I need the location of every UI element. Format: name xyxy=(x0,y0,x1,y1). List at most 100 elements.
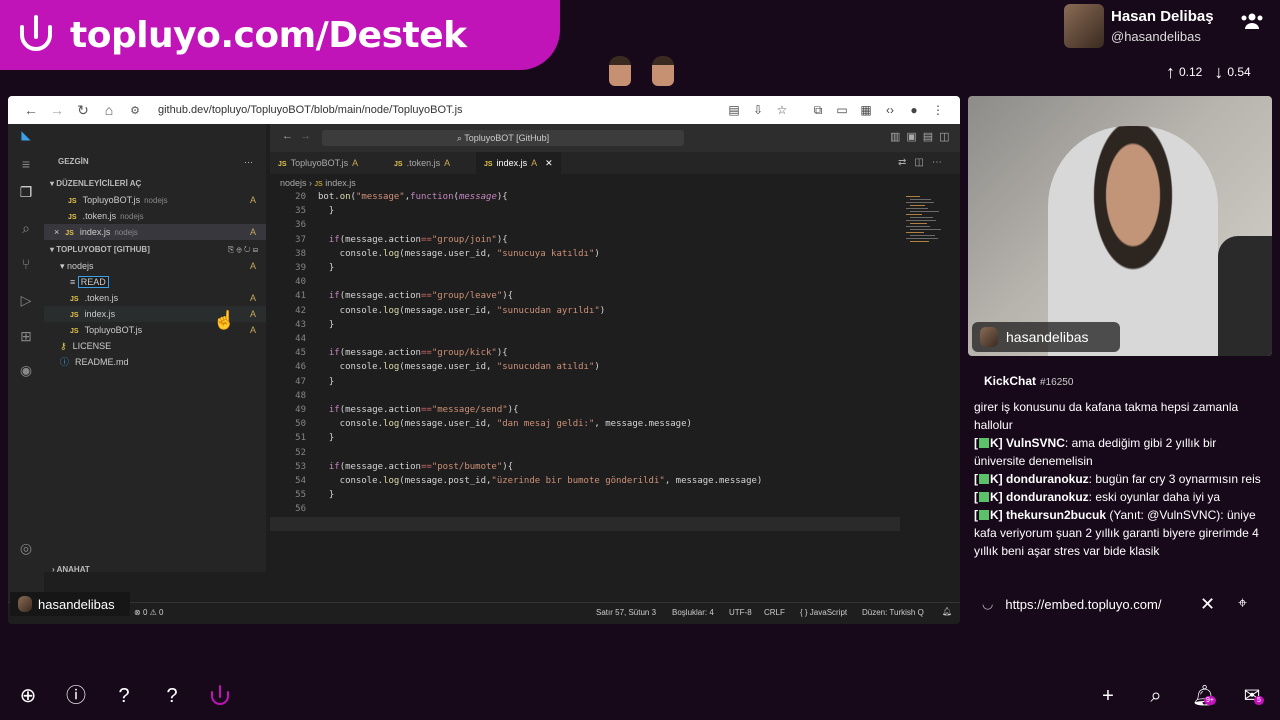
code-line: } xyxy=(318,206,335,217)
line-number: 45 xyxy=(295,348,306,359)
bookmark-star-icon[interactable]: ☆ xyxy=(770,103,794,117)
line-number: 35 xyxy=(295,206,306,217)
nav-back-icon[interactable]: ← xyxy=(282,130,293,142)
brand-banner: topluyo.com/Destek xyxy=(0,0,560,70)
collections-icon[interactable]: ▦ xyxy=(854,103,878,117)
code-line: console.log(message.user_id, "sunucuya k… xyxy=(318,248,600,259)
editor-actions-icon[interactable]: ⇄◫⋯ xyxy=(898,157,950,168)
minimap-line xyxy=(910,217,933,218)
minimap-line xyxy=(906,226,930,227)
open-editor-item[interactable]: × JS index.js nodejs A xyxy=(44,224,266,240)
outline-header[interactable]: › ANAHAT xyxy=(44,562,266,578)
notification-bell-icon[interactable]: 🔔︎9+ xyxy=(1192,684,1217,708)
indentation[interactable]: Boşluklar: 4 xyxy=(672,608,714,617)
capture-icon[interactable]: ⌖ xyxy=(1238,595,1247,613)
close-icon[interactable]: ✕ xyxy=(1200,594,1215,615)
code-line: } xyxy=(318,433,335,444)
minimap-line xyxy=(910,223,927,224)
minimap-line xyxy=(910,241,929,242)
search-icon[interactable]: ⌕ xyxy=(16,220,36,237)
reload-icon[interactable]: ↻ xyxy=(70,102,96,119)
split-screen-icon[interactable]: ▭ xyxy=(830,103,854,117)
help-circle-icon[interactable]: ? xyxy=(160,684,184,708)
extensions-icon[interactable]: ⧉ xyxy=(806,103,830,118)
new-file-icon[interactable]: ⎘ ⊕ ↻ ⊟ xyxy=(228,242,258,258)
footer-user[interactable]: hasandelibas xyxy=(10,592,130,616)
remote-icon[interactable]: ◉ xyxy=(16,362,36,379)
tab-topluyobot[interactable]: JS TopluyoBOT.js A xyxy=(270,152,366,174)
back-icon[interactable]: ← xyxy=(18,102,44,118)
more-menu-icon[interactable]: ⋮ xyxy=(926,103,950,117)
info-icon[interactable]: ⓘ xyxy=(64,684,88,708)
tree-folder[interactable]: ▾ nodejs A xyxy=(44,258,266,274)
line-number: 48 xyxy=(295,390,306,401)
encoding[interactable]: UTF-8 xyxy=(729,608,752,617)
chat-message: [K] donduranokuz: eski oyunlar daha iyi … xyxy=(974,490,1221,504)
install-icon[interactable]: ⇩ xyxy=(746,103,770,117)
tree-file[interactable]: ⚷ LICENSE xyxy=(44,338,266,354)
search-icon[interactable]: ⌕ xyxy=(1144,684,1168,708)
run-debug-icon[interactable]: ▷ xyxy=(16,292,36,309)
chat-message: [K] donduranokuz: bugün far cry 3 oynarm… xyxy=(974,472,1261,486)
vscode-window: ◣ ≡ ❐ ⌕ ⑂ ▷ ⊞ ◉ ◎ GEZGİN ··· ▾ DÜZENLEYİ… xyxy=(8,124,960,624)
keyboard-layout[interactable]: Düzen: Turkish Q xyxy=(862,608,924,617)
tree-file[interactable]: ⓘ README.md xyxy=(44,354,266,370)
code-line: } xyxy=(318,263,335,273)
line-number: 51 xyxy=(295,433,306,444)
browser-window: ← → ↻ ⌂ ⚙ github.dev/topluyo/TopluyoBOT/… xyxy=(8,96,960,624)
explorer-icon[interactable]: ❐ xyxy=(16,184,36,201)
embed-url[interactable]: https://embed.topluyo.com/ xyxy=(1005,597,1161,612)
close-icon[interactable]: × xyxy=(54,227,59,237)
upload-rate: 0.12 xyxy=(1179,65,1203,79)
code-line: } xyxy=(318,319,335,330)
code-line: } xyxy=(318,490,335,501)
more-icon[interactable]: ··· xyxy=(244,154,264,170)
source-control-icon[interactable]: ⑂ xyxy=(16,256,36,272)
dev-tools-icon[interactable]: ‹› xyxy=(878,103,902,117)
mail-icon[interactable]: ✉ 5 xyxy=(1240,684,1264,708)
people-icon[interactable] xyxy=(1240,12,1264,35)
user-profile[interactable]: Hasan Delibaş @hasandelibas xyxy=(1064,4,1280,54)
command-center-search[interactable]: ⌕ TopluyoBOT [GitHub] xyxy=(322,130,684,146)
line-number: 54 xyxy=(295,476,306,486)
home-icon[interactable]: ⌂ xyxy=(96,102,122,118)
tab-token[interactable]: JS .token.js A xyxy=(386,152,458,174)
add-icon[interactable]: + xyxy=(1096,684,1120,708)
line-number: 53 xyxy=(295,461,306,472)
forward-icon[interactable]: → xyxy=(44,102,70,118)
open-editor-item[interactable]: JS .token.js nodejs xyxy=(44,208,266,224)
repo-header[interactable]: ▾ TOPLUYOBOT [GITHUB] ⎘ ⊕ ↻ ⊟ xyxy=(44,242,266,258)
user-name: Hasan Delibaş xyxy=(1111,8,1214,25)
address-bar[interactable]: github.dev/topluyo/TopluyoBOT/blob/main/… xyxy=(158,104,722,116)
site-settings-icon[interactable]: ⚙ xyxy=(122,104,148,117)
help-icon[interactable]: ? xyxy=(112,684,136,708)
read-mode-icon[interactable]: ▤ xyxy=(722,103,746,117)
notification-badge: 9+ xyxy=(1204,696,1216,705)
language-mode[interactable]: { } JavaScript xyxy=(800,608,847,617)
line-ending[interactable]: CRLF xyxy=(764,608,785,617)
viewer-avatar xyxy=(609,56,631,86)
tab-index[interactable]: JS index.js A ✕ xyxy=(476,152,561,174)
breadcrumb: nodejs › JS index.js xyxy=(280,178,356,188)
chat-message: [K] thekursun2bucuk (Yanıt: @VulnSVNC): … xyxy=(974,508,1259,558)
cursor-position[interactable]: Satır 57, Sütun 3 xyxy=(596,608,656,617)
line-number: 56 xyxy=(295,504,306,515)
line-number: 37 xyxy=(295,234,306,245)
problems-indicator[interactable]: ⊗ 0 ⚠ 0 xyxy=(134,608,163,617)
layout-toggle-icon[interactable]: ▥▣▤◫ xyxy=(890,130,956,143)
close-icon[interactable]: ✕ xyxy=(545,158,553,168)
nav-forward-icon[interactable]: → xyxy=(300,130,311,142)
globe-icon[interactable]: ⊕ xyxy=(16,684,40,708)
tree-file[interactable]: JS .token.js A xyxy=(44,290,266,306)
profile-icon[interactable]: ● xyxy=(902,103,926,117)
open-editors-header[interactable]: ▾ DÜZENLEYİCİLERİ AÇ xyxy=(44,176,266,192)
activity-bar: ◣ ≡ ❐ ⌕ ⑂ ▷ ⊞ ◉ ◎ xyxy=(8,124,44,624)
minimap[interactable] xyxy=(904,196,944,256)
topluyo-logo-icon[interactable] xyxy=(208,684,232,708)
tree-file-rename[interactable]: ≡ READ xyxy=(44,274,266,290)
menu-icon[interactable]: ≡ xyxy=(16,156,36,172)
open-editor-item[interactable]: JS TopluyoBOT.js nodejs A xyxy=(44,192,266,208)
bell-icon[interactable]: 🔔︎ xyxy=(942,607,952,616)
extensions-icon[interactable]: ⊞ xyxy=(16,328,36,345)
account-icon[interactable]: ◎ xyxy=(16,540,36,557)
